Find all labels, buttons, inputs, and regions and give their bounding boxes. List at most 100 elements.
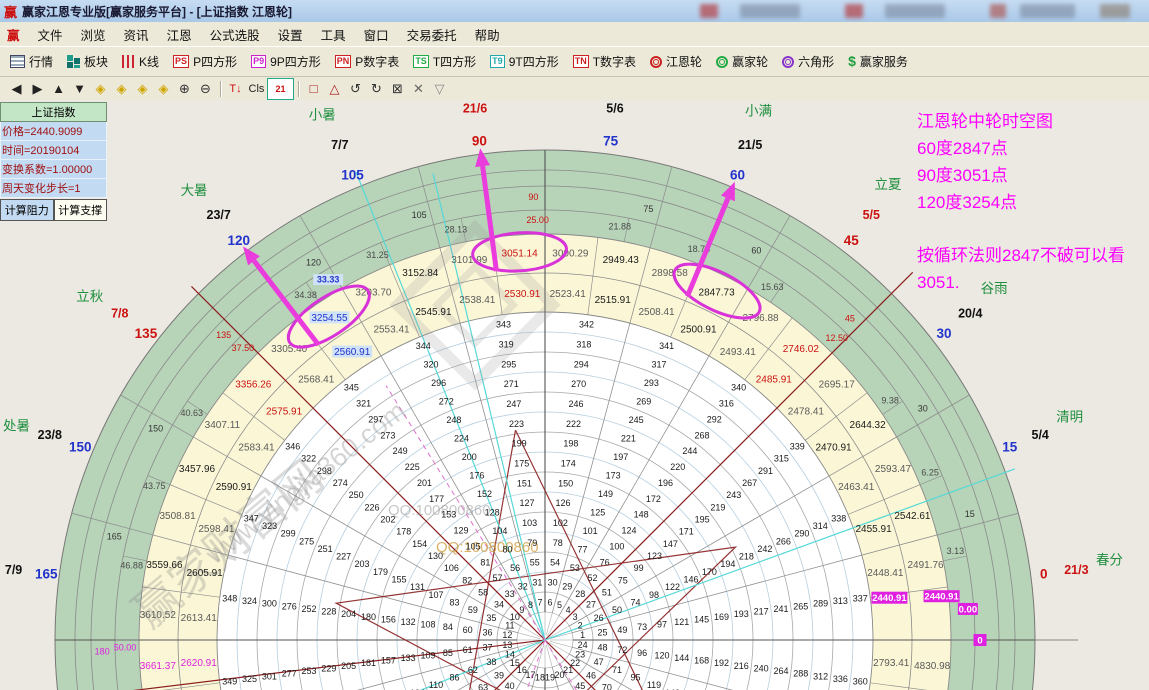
up-icon[interactable]: ▲: [48, 79, 69, 99]
svg-text:103: 103: [522, 518, 537, 528]
svg-text:82: 82: [462, 575, 472, 585]
svg-text:49: 49: [617, 625, 627, 635]
svg-text:132: 132: [401, 617, 416, 627]
toolbar-button-江恩轮[interactable]: 江恩轮: [643, 50, 709, 74]
svg-text:301: 301: [262, 671, 277, 681]
menu-item-窗口[interactable]: 窗口: [355, 23, 398, 46]
toolbar-button-赢家轮[interactable]: 赢家轮: [709, 50, 775, 74]
svg-text:34.38: 34.38: [294, 290, 317, 300]
analysis-annotation: 江恩轮中轮时空图60度2847点90度3051点120度3254点按循环法则28…: [917, 108, 1125, 296]
toolbar-button-P四方形[interactable]: PSP四方形: [166, 50, 244, 74]
square-tool-icon[interactable]: □: [303, 79, 324, 99]
svg-text:3152.84: 3152.84: [402, 268, 439, 279]
calc-button-resistance[interactable]: 计算阻力: [0, 199, 54, 221]
annotation-line: 60度2847点: [917, 135, 1125, 162]
funnel-icon[interactable]: ▽: [429, 79, 450, 99]
svg-text:288: 288: [793, 669, 808, 679]
calc-button-support[interactable]: 计算支撑: [54, 199, 108, 221]
t-down-icon[interactable]: T↓: [225, 79, 246, 99]
menu-item-文件[interactable]: 文件: [29, 23, 72, 46]
cls-button[interactable]: Cls: [246, 79, 267, 99]
svg-text:316: 316: [719, 399, 734, 409]
toolbar-button-板块[interactable]: 板块: [60, 50, 115, 74]
menu-item-交易委托[interactable]: 交易委托: [398, 23, 466, 46]
menu-item-帮助[interactable]: 帮助: [466, 23, 509, 46]
svg-text:2598.41: 2598.41: [198, 524, 235, 535]
svg-text:135: 135: [135, 326, 158, 341]
toolbar-label: 赢家轮: [732, 53, 768, 70]
diamond-down-icon[interactable]: ◈: [153, 79, 174, 99]
svg-text:157: 157: [381, 656, 396, 666]
down-icon[interactable]: ▼: [69, 79, 90, 99]
toolbar-label: T四方形: [433, 53, 476, 70]
main-toolbar: 行情板块K线PSP四方形P99P四方形PNP数字表TST四方形T99T四方形TN…: [0, 46, 1149, 77]
svg-text:341: 341: [659, 341, 674, 351]
P9-icon: P9: [251, 55, 266, 68]
svg-text:343: 343: [496, 320, 511, 330]
PS-icon: PS: [173, 55, 189, 68]
svg-text:131: 131: [410, 582, 425, 592]
svg-text:37: 37: [482, 643, 492, 653]
toolbar-button-K线[interactable]: K线: [115, 50, 166, 74]
triangle-tool-icon[interactable]: △: [324, 79, 345, 99]
svg-text:18: 18: [535, 673, 545, 683]
zoom-out-icon[interactable]: ⊖: [195, 79, 216, 99]
svg-text:31.25: 31.25: [366, 250, 389, 260]
svg-text:3457.96: 3457.96: [179, 464, 216, 475]
svg-text:150: 150: [69, 440, 92, 455]
prev-icon[interactable]: ◀: [6, 79, 27, 99]
toolbar-button-9P四方形[interactable]: P99P四方形: [244, 50, 328, 74]
toolbar-button-行情[interactable]: 行情: [3, 50, 60, 74]
svg-text:76: 76: [600, 557, 610, 567]
svg-text:228: 228: [321, 607, 336, 617]
svg-text:321: 321: [356, 399, 371, 409]
svg-text:1: 1: [580, 630, 585, 640]
svg-text:3000.29: 3000.29: [552, 248, 589, 259]
svg-text:107: 107: [428, 590, 443, 600]
svg-text:75: 75: [643, 204, 653, 214]
svg-text:2898.58: 2898.58: [652, 268, 689, 279]
svg-text:80: 80: [502, 544, 512, 554]
annotation-line: 120度3254点: [917, 189, 1125, 216]
rotate-ccw-icon[interactable]: ↺: [345, 79, 366, 99]
svg-text:296: 296: [431, 378, 446, 388]
svg-text:81: 81: [480, 557, 490, 567]
next-icon[interactable]: ▶: [27, 79, 48, 99]
diamond-right-icon[interactable]: ◈: [111, 79, 132, 99]
menu-item-工具[interactable]: 工具: [312, 23, 355, 46]
rotate-cw-icon[interactable]: ↻: [366, 79, 387, 99]
toolbar-button-T数字表[interactable]: TNT数字表: [566, 50, 643, 74]
menu-item-设置[interactable]: 设置: [269, 23, 312, 46]
svg-text:15.63: 15.63: [761, 282, 784, 292]
svg-text:221: 221: [621, 434, 636, 444]
svg-text:146: 146: [683, 575, 698, 585]
diamond-up-icon[interactable]: ◈: [132, 79, 153, 99]
svg-text:227: 227: [336, 552, 351, 562]
svg-text:290: 290: [794, 529, 809, 539]
menu-item-浏览[interactable]: 浏览: [72, 23, 115, 46]
svg-text:165: 165: [107, 532, 122, 542]
menu-item-公式选股[interactable]: 公式选股: [201, 23, 269, 46]
svg-text:34: 34: [494, 600, 504, 610]
toolbar-button-T四方形[interactable]: TST四方形: [406, 50, 483, 74]
toolbar-button-9T四方形[interactable]: T99T四方形: [483, 50, 566, 74]
svg-text:4: 4: [566, 605, 571, 615]
svg-text:145: 145: [694, 614, 709, 624]
svg-text:2500.91: 2500.91: [680, 324, 717, 335]
calendar-icon[interactable]: 21: [267, 78, 294, 100]
menu-logo-icon: 赢: [0, 25, 29, 44]
diamond-left-icon[interactable]: ◈: [90, 79, 111, 99]
zoom-in-icon[interactable]: ⊕: [174, 79, 195, 99]
toolbar-button-P数字表[interactable]: PNP数字表: [328, 50, 407, 74]
menu-item-江恩[interactable]: 江恩: [158, 23, 201, 46]
svg-text:7: 7: [538, 597, 543, 607]
toolbar-button-六角形[interactable]: 六角形: [775, 50, 841, 74]
svg-text:297: 297: [368, 414, 383, 424]
toolbar-button-赢家服务[interactable]: $赢家服务: [841, 50, 915, 74]
svg-text:47: 47: [594, 657, 604, 667]
svg-text:30: 30: [548, 577, 558, 587]
svg-text:84: 84: [443, 622, 453, 632]
crosshair-icon[interactable]: ✕: [408, 79, 429, 99]
box-x-icon[interactable]: ⊠: [387, 79, 408, 99]
menu-item-资讯[interactable]: 资讯: [115, 23, 158, 46]
